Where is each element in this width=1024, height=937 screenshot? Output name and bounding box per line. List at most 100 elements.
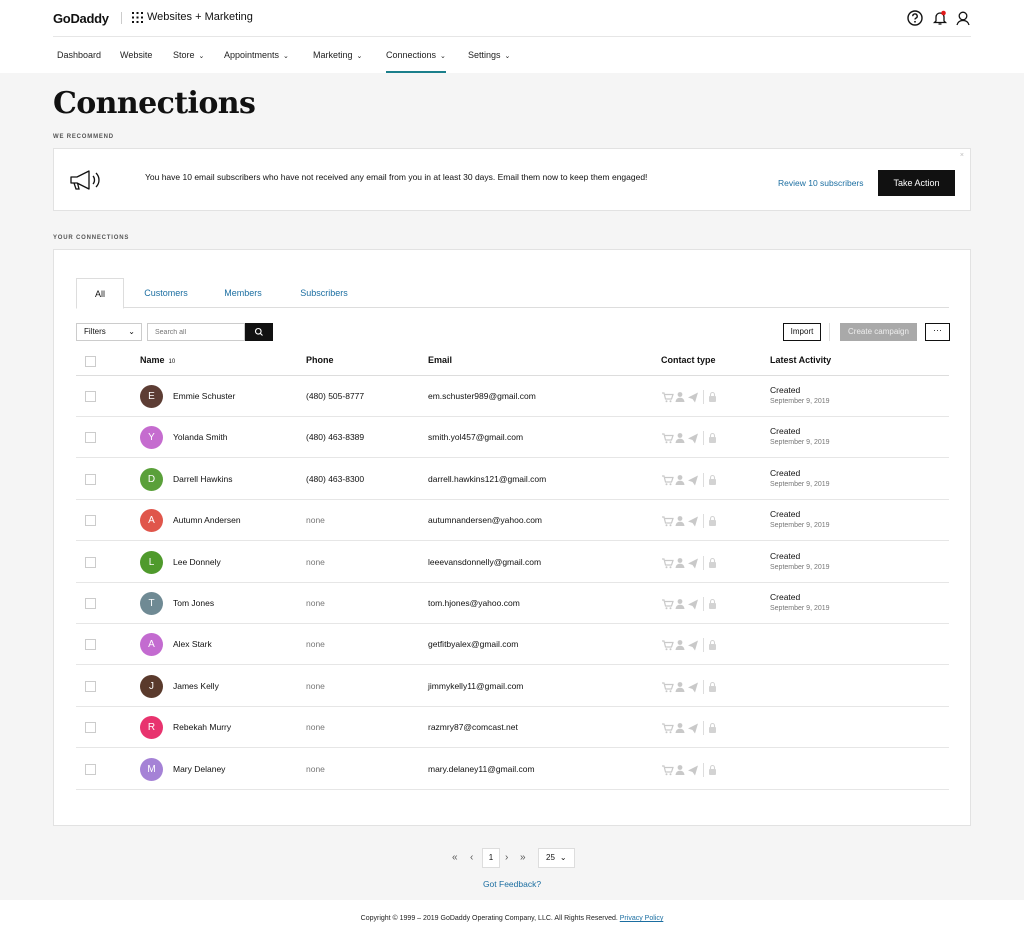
column-name[interactable]: Name 10 [140, 355, 175, 365]
contact-name[interactable]: Emmie Schuster [173, 391, 235, 401]
contact-name[interactable]: Rebekah Murry [173, 722, 231, 732]
row-checkbox[interactable] [85, 598, 96, 609]
row-checkbox[interactable] [85, 432, 96, 444]
activity-label: Created [770, 592, 801, 602]
contact-name[interactable]: Darrell Hawkins [173, 474, 233, 484]
contact-type-icons [661, 514, 721, 529]
contact-email: jimmykelly11@gmail.com [428, 680, 524, 691]
nav-store[interactable]: Store ⌄ [173, 37, 204, 73]
recommendation-message: You have 10 email subscribers who have n… [145, 172, 648, 182]
table-row[interactable]: R Rebekah Murry none razmry87@comcast.net [76, 707, 949, 749]
contact-name[interactable]: James Kelly [173, 681, 219, 691]
table-row[interactable]: M Mary Delaney none mary.delaney11@gmail.co… [76, 749, 949, 790]
first-page-icon[interactable]: « [452, 848, 458, 868]
notification-bell-icon[interactable] [931, 9, 949, 27]
copyright-text: Copyright © 1999 – 2019 GoDaddy Operatin… [360, 915, 664, 922]
select-all-checkbox[interactable] [85, 356, 96, 367]
current-page[interactable]: 1 [482, 848, 500, 868]
contact-email: leeevansdonnelly@gmail.com [428, 556, 542, 567]
apps-grid-icon[interactable] [132, 12, 143, 23]
table-row[interactable]: D Darrell Hawkins (480) 463-8300 darrell.ha… [76, 459, 949, 500]
avatar: E [140, 385, 163, 408]
contact-type-icons [661, 390, 721, 404]
chevron-down-icon: ⌄ [128, 327, 135, 336]
contact-name[interactable]: Mary Delaney [173, 764, 225, 774]
nav-appointments[interactable]: Appointments ⌄ [224, 37, 289, 73]
contact-name[interactable]: Yolanda Smith [173, 432, 228, 442]
contact-name[interactable]: Alex Stark [173, 639, 212, 649]
table-row[interactable]: L Lee Donnely none leeevansdonnelly@gmail.c… [76, 542, 949, 583]
recommend-section-label: WE RECOMMEND [53, 134, 114, 140]
row-checkbox[interactable] [85, 680, 96, 692]
table-row[interactable]: T Tom Jones none tom.hjones@yahoo.com Create… [76, 583, 949, 624]
tab-subscribers[interactable]: Subscribers [290, 278, 358, 308]
search-input[interactable] [147, 323, 245, 341]
row-checkbox[interactable] [85, 473, 96, 485]
godaddy-logo[interactable]: GoDaddy [53, 11, 109, 26]
page-title: Connections [53, 86, 256, 121]
table-row[interactable]: Y Yolanda Smith (480) 463-8389 smith.yol457… [76, 417, 949, 459]
import-button[interactable]: Import [783, 323, 821, 341]
tab-members[interactable]: Members [214, 278, 272, 308]
contact-type-icons [661, 762, 721, 777]
chevron-down-icon: ⌄ [504, 53, 511, 60]
tab-customers[interactable]: Customers [134, 278, 198, 308]
table-row[interactable]: A Autumn Andersen none autumnandersen@yahoo… [76, 500, 949, 542]
close-icon[interactable]: × [960, 152, 964, 159]
contact-type-icons [661, 679, 721, 694]
contact-phone: none [306, 515, 325, 526]
avatar: L [140, 550, 163, 574]
search-icon [254, 327, 263, 336]
activity-label: Created [770, 467, 801, 478]
contact-phone: (480) 463-8389 [306, 432, 365, 443]
take-action-button[interactable]: Take Action [878, 170, 955, 196]
nav-marketing[interactable]: Marketing ⌄ [313, 37, 362, 73]
avatar: R [140, 716, 163, 740]
nav-dashboard[interactable]: Dashboard [57, 37, 101, 73]
tab-all[interactable]: All [76, 278, 124, 309]
last-page-icon[interactable]: » [520, 848, 526, 868]
next-page-icon[interactable]: › [505, 848, 508, 868]
help-icon[interactable] [906, 9, 924, 27]
contact-email: smith.yol457@gmail.com [428, 432, 524, 443]
contact-email: tom.hjones@yahoo.com [428, 598, 520, 608]
contact-email: em.schuster989@gmail.com [428, 391, 536, 401]
nav-connections[interactable]: Connections ⌄ [386, 37, 446, 73]
more-options-button[interactable]: ··· [925, 323, 950, 341]
row-checkbox[interactable] [85, 722, 96, 734]
contact-name[interactable]: Autumn Andersen [173, 515, 241, 525]
chevron-down-icon: ⌄ [356, 53, 363, 60]
table-row[interactable]: E Emmie Schuster (480) 505-8777 em.schuster… [76, 376, 949, 417]
create-campaign-button[interactable]: Create campaign [840, 323, 917, 341]
row-checkbox[interactable] [85, 763, 96, 775]
latest-activity: Created September 9, 2019 [770, 385, 830, 407]
search-button[interactable] [245, 323, 273, 341]
table-row[interactable]: A Alex Stark none getfitbyalex@gmail.com [76, 624, 949, 666]
table-row[interactable]: J James Kelly none jimmykelly11@gmail.com [76, 666, 949, 707]
avatar: M [140, 757, 163, 781]
feedback-link[interactable]: Got Feedback? [0, 879, 1024, 889]
prev-page-icon[interactable]: ‹ [470, 848, 473, 868]
filters-dropdown[interactable]: Filters ⌄ [76, 323, 142, 341]
row-checkbox[interactable] [85, 515, 96, 527]
contact-name[interactable]: Lee Donnely [173, 557, 221, 567]
contact-phone: none [306, 680, 325, 691]
row-checkbox[interactable] [85, 391, 96, 402]
review-subscribers-link[interactable]: Review 10 subscribers [778, 178, 864, 188]
avatar: J [140, 674, 163, 698]
contact-phone: (480) 505-8777 [306, 391, 365, 401]
contact-type-icons [661, 555, 721, 570]
contact-name[interactable]: Tom Jones [173, 598, 214, 608]
contact-type-icons [661, 638, 721, 653]
column-phone: Phone [306, 355, 334, 365]
user-account-icon[interactable] [954, 9, 972, 27]
nav-website[interactable]: Website [120, 37, 152, 73]
privacy-policy-link[interactable]: Privacy Policy [620, 915, 664, 922]
page-size-select[interactable]: 25 ⌄ [538, 848, 575, 868]
contact-phone: none [306, 598, 325, 608]
contact-phone: none [306, 722, 325, 733]
row-checkbox[interactable] [85, 556, 96, 568]
row-checkbox[interactable] [85, 639, 96, 651]
nav-settings[interactable]: Settings ⌄ [468, 37, 510, 73]
contact-email: darrell.hawkins121@gmail.com [428, 473, 547, 484]
